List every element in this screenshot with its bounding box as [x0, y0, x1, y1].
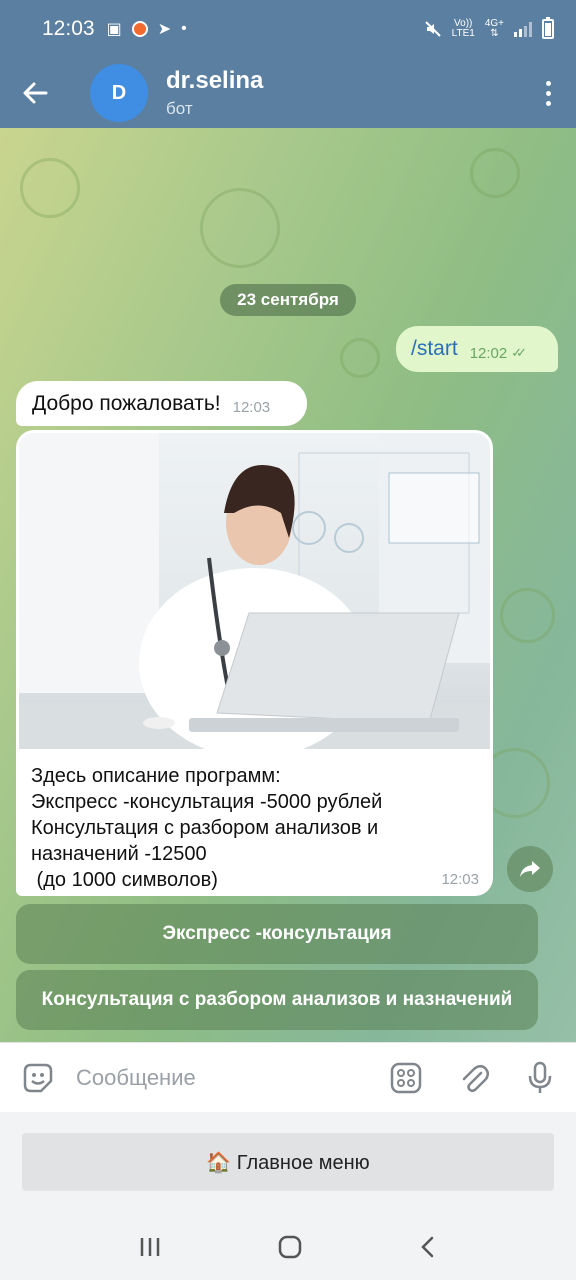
bot-keyboard-button[interactable]: [382, 1054, 430, 1102]
recent-apps-icon[interactable]: [138, 1236, 162, 1258]
app-notification-icon: [131, 21, 148, 37]
message-input[interactable]: Сообщение: [76, 1065, 196, 1091]
status-time: 12:03: [42, 17, 95, 40]
forward-arrow-icon: [520, 861, 540, 877]
voice-button[interactable]: [516, 1054, 564, 1102]
forward-button[interactable]: [507, 846, 553, 892]
message-input-bar: Сообщение: [0, 1042, 576, 1112]
chat-title-block[interactable]: dr.selina бот: [166, 67, 263, 119]
home-icon[interactable]: [277, 1234, 303, 1260]
background-doodle: [340, 338, 380, 378]
reply-keyboard: 🏠 Главное меню: [0, 1112, 576, 1214]
system-nav-bar: [0, 1214, 576, 1280]
status-bar: 12:03 ▣ ➤ • Vo)) LTE1 4G+ ⇅: [0, 0, 576, 58]
dot-icon: •: [181, 20, 187, 37]
microphone-icon: [528, 1061, 552, 1093]
sticker-icon: [23, 1063, 53, 1092]
message-time: 12:03: [441, 871, 479, 888]
inline-button-express[interactable]: Экспресс -консультация: [16, 904, 538, 964]
message-text: Добро пожаловать!: [32, 391, 221, 415]
outgoing-message[interactable]: /start 12:02 ✓✓: [396, 326, 558, 372]
paperclip-icon: [462, 1064, 489, 1092]
message-caption: Здесь описание программ: Экспресс -консу…: [31, 765, 383, 891]
incoming-message[interactable]: Добро пожаловать! 12:03: [16, 381, 307, 426]
main-menu-button[interactable]: 🏠 Главное меню: [22, 1133, 554, 1191]
more-menu-button[interactable]: [520, 58, 576, 128]
volte-indicator: Vo)) LTE1: [451, 18, 475, 39]
back-button[interactable]: [0, 58, 70, 128]
arrow-left-icon: [23, 82, 48, 104]
chat-header: D dr.selina бот: [0, 58, 576, 128]
chat-subtitle: бот: [166, 99, 193, 118]
background-doodle: [20, 158, 80, 218]
chat-area[interactable]: 23 сентября /start 12:02 ✓✓ Добро пожало…: [0, 128, 576, 1042]
message-photo[interactable]: [19, 433, 490, 749]
date-separator: 23 сентября: [220, 284, 356, 316]
back-nav-icon[interactable]: [418, 1235, 438, 1259]
message-time: 12:02: [469, 344, 508, 362]
telegram-icon: ➤: [157, 21, 172, 38]
battery-icon: [542, 17, 554, 39]
attach-button[interactable]: [450, 1054, 498, 1102]
message-text[interactable]: /start: [411, 337, 458, 361]
network-type: 4G+ ⇅: [484, 18, 504, 39]
gallery-icon: ▣: [106, 21, 122, 38]
mute-icon: [424, 21, 441, 37]
incoming-photo-message[interactable]: Здесь описание программ: Экспресс -консу…: [16, 430, 493, 896]
background-doodle: [200, 188, 280, 268]
signal-icon: [514, 21, 532, 37]
message-time: 12:03: [232, 399, 271, 416]
doctor-illustration: [19, 433, 490, 749]
emoji-button[interactable]: [14, 1054, 62, 1102]
chat-name: dr.selina: [166, 67, 264, 94]
keyboard-grid-icon: [390, 1062, 422, 1093]
avatar[interactable]: D: [90, 64, 148, 122]
background-doodle: [500, 588, 555, 643]
read-checkmarks-icon: ✓✓: [511, 345, 527, 360]
background-doodle: [470, 148, 520, 198]
inline-button-consultation[interactable]: Консультация с разбором анализов и назна…: [16, 970, 538, 1030]
